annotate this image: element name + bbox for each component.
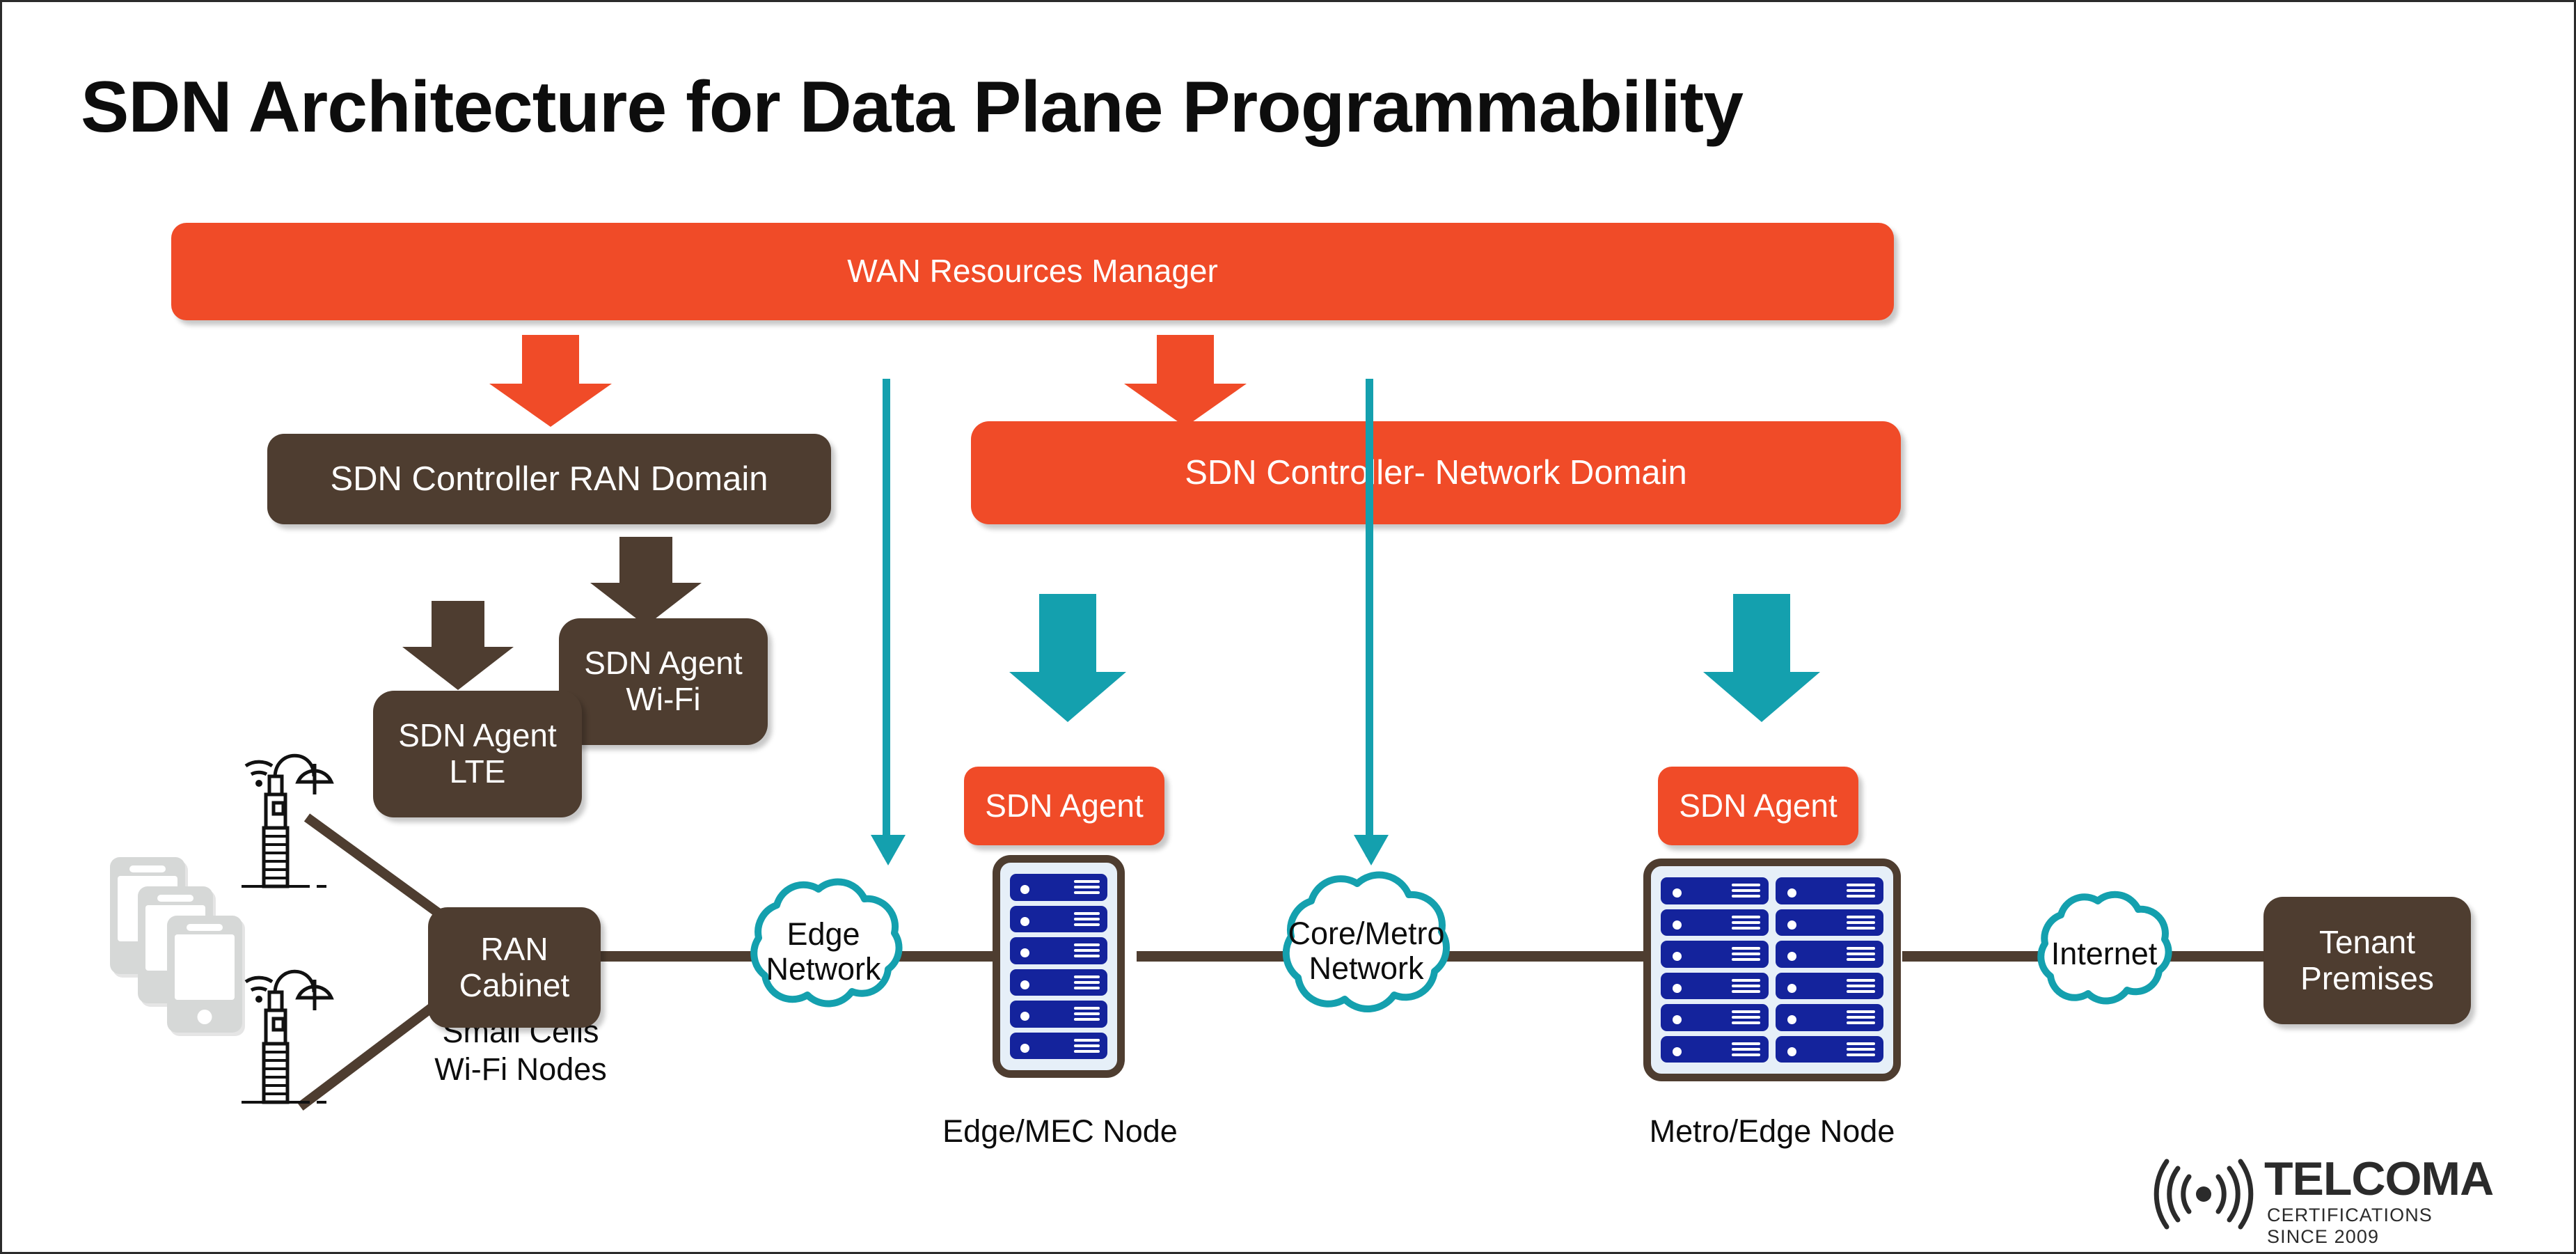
metro-edge-node-rack[interactable]: [1643, 859, 1901, 1081]
ran-cabinet-box[interactable]: RAN Cabinet: [428, 907, 601, 1028]
server-unit: [1661, 1035, 1769, 1063]
server-unit: [1776, 1035, 1883, 1063]
server-unit: [1010, 874, 1107, 901]
small-cell-tower-icon-bottom: [225, 949, 343, 1106]
server-unit: [1010, 905, 1107, 932]
server-unit: [1010, 1001, 1107, 1028]
server-unit: [1661, 941, 1769, 968]
teal-connector-line-edge: [883, 379, 890, 856]
phone-speaker: [157, 895, 193, 902]
server-unit: [1776, 877, 1883, 904]
rack-column: [1776, 877, 1883, 1063]
small-cell-tower-icon-top: [225, 733, 343, 890]
phone-home-button: [197, 1010, 212, 1024]
server-unit: [1661, 972, 1769, 999]
metro-edge-node-caption: Metro/Edge Node: [1649, 1113, 1895, 1149]
sdn-agent-metro-badge[interactable]: SDN Agent: [1658, 767, 1858, 845]
server-unit: [1776, 1004, 1883, 1031]
server-unit: [1776, 941, 1883, 968]
internet-cloud[interactable]: Internet: [2010, 886, 2198, 1022]
phone-speaker: [129, 865, 166, 872]
telcoma-tagline: CERTIFICATIONS SINCE 2009: [2267, 1205, 2433, 1247]
teal-connector-arrowhead-edge: [871, 835, 906, 865]
brown-arrow-to-agent-wifi: [590, 537, 702, 629]
server-unit: [1010, 937, 1107, 964]
tenant-premises-box[interactable]: Tenant Premises: [2263, 897, 2471, 1024]
server-unit: [1010, 969, 1107, 996]
server-unit: [1661, 909, 1769, 936]
server-unit: [1661, 877, 1769, 904]
core-metro-network-cloud[interactable]: Core/Metro Network: [1248, 864, 1485, 1038]
teal-connector-arrowhead-core: [1354, 835, 1389, 865]
telcoma-logo: TELCOMA CERTIFICATIONS SINCE 2009: [2144, 1152, 2494, 1247]
teal-connector-line-core: [1366, 379, 1373, 856]
teal-arrow-to-sdn-agent-edge: [1009, 594, 1127, 723]
rack-column: [1010, 874, 1107, 1059]
page-title: SDN Architecture for Data Plane Programm…: [81, 67, 1744, 148]
phone-speaker: [187, 924, 223, 931]
edge-network-cloud[interactable]: Edge Network: [719, 871, 928, 1033]
sdn-agent-lte-box[interactable]: SDN Agent LTE: [373, 691, 582, 817]
edge-mec-node-rack[interactable]: [993, 855, 1125, 1078]
sdn-agent-wifi-box[interactable]: SDN Agent Wi-Fi: [559, 618, 768, 745]
edge-mec-node-caption: Edge/MEC Node: [942, 1113, 1178, 1149]
radio-wave-icon: [2154, 1159, 2254, 1230]
orange-arrow-to-network-controller: [1124, 335, 1247, 427]
sdn-agent-edge-badge[interactable]: SDN Agent: [964, 767, 1164, 845]
slide-canvas: SDN Architecture for Data Plane Programm…: [0, 0, 2576, 1254]
wan-resources-manager-box[interactable]: WAN Resources Manager: [171, 223, 1894, 320]
rack-column: [1661, 877, 1769, 1063]
orange-arrow-to-ran-controller: [489, 335, 612, 427]
server-unit: [1010, 1032, 1107, 1059]
sdn-controller-network-domain-box[interactable]: SDN Controller- Network Domain: [971, 421, 1901, 524]
server-unit: [1661, 1004, 1769, 1031]
brown-arrow-to-agent-lte: [402, 601, 514, 693]
teal-arrow-to-sdn-agent-metro: [1702, 594, 1821, 723]
telcoma-wordmark: TELCOMA: [2264, 1152, 2494, 1205]
server-unit: [1776, 909, 1883, 936]
server-unit: [1776, 972, 1883, 999]
sdn-controller-ran-domain-box[interactable]: SDN Controller RAN Domain: [267, 434, 831, 524]
